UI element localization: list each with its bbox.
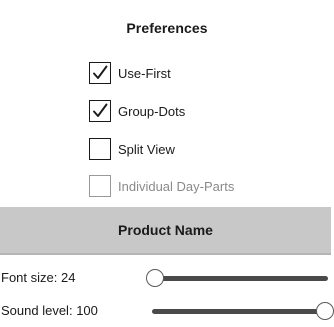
product-name-button[interactable]: Product Name: [0, 207, 331, 255]
preferences-title: Preferences: [126, 20, 208, 36]
check-icon: [93, 65, 108, 79]
check-icon: [93, 103, 108, 117]
font-size-value: 24: [60, 270, 76, 285]
sound-level-value: 100: [76, 303, 98, 318]
option-use-first[interactable]: Use-First: [89, 60, 171, 86]
individual-day-parts-checkbox: [89, 175, 111, 197]
font-size-label-text: Font size:: [1, 270, 58, 285]
split-view-label: Split View: [118, 141, 175, 157]
option-group-dots[interactable]: Group-Dots: [89, 98, 185, 124]
sound-level-slider-track[interactable]: [152, 309, 328, 314]
option-split-view[interactable]: Split View: [89, 136, 175, 162]
group-dots-checkbox[interactable]: [89, 100, 111, 122]
sound-level-slider-knob[interactable]: [316, 302, 334, 320]
preferences-panel: Preferences Use-First Group-Dots Split V…: [0, 0, 334, 327]
individual-day-parts-label: Individual Day-Parts: [118, 178, 235, 194]
group-dots-label: Group-Dots: [118, 103, 186, 119]
use-first-label: Use-First: [118, 65, 171, 81]
font-size-label: Font size: 24: [1, 270, 75, 285]
option-individual-day-parts: Individual Day-Parts: [89, 173, 234, 199]
sound-level-label: Sound level: 100: [1, 303, 98, 318]
font-size-slider-knob[interactable]: [146, 269, 164, 287]
split-view-checkbox[interactable]: [89, 138, 111, 160]
sound-level-label-text: Sound level:: [1, 303, 73, 318]
use-first-checkbox[interactable]: [89, 62, 111, 84]
font-size-slider-track[interactable]: [152, 276, 328, 281]
sound-level-row: Sound level: 100: [0, 300, 334, 322]
font-size-row: Font size: 24: [0, 267, 334, 289]
